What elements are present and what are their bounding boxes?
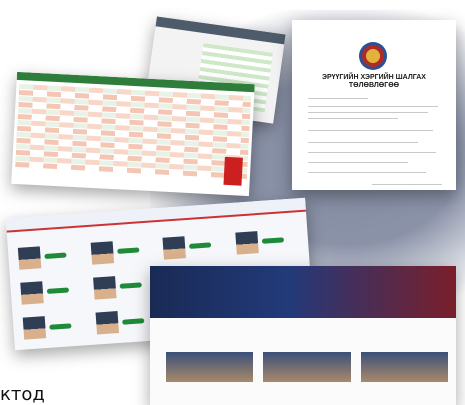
profile-button (44, 252, 67, 260)
document-line (308, 112, 428, 113)
profile-button (121, 318, 144, 325)
document-line (308, 118, 398, 119)
staff-card (92, 270, 156, 304)
document-line (308, 162, 408, 163)
site-hero-banner (150, 266, 456, 318)
officer-photo (92, 276, 117, 300)
spreadsheet-rows (12, 80, 254, 183)
document-line (308, 130, 433, 131)
profile-button (49, 323, 72, 330)
spreadsheet-screenshot (11, 71, 255, 197)
document-line (308, 142, 418, 143)
profile-button (261, 237, 284, 244)
officer-photo (22, 316, 47, 340)
officer-photo (17, 245, 42, 270)
staff-card (17, 240, 82, 274)
news-site-screenshot (150, 266, 456, 405)
document-line (372, 184, 442, 185)
caption-text: ктод (0, 384, 45, 405)
investigation-plan-document: ЭРҮҮГИЙН ХЭРГИЙН ШАЛГАХ ТӨЛӨВЛӨГӨӨ (292, 20, 456, 190)
document-line (308, 152, 436, 153)
officer-photo (162, 235, 186, 260)
document-line (308, 106, 438, 107)
profile-button (46, 287, 70, 295)
officer-photo (20, 281, 44, 305)
staff-card (22, 310, 86, 344)
staff-card (20, 275, 84, 309)
staff-card (234, 224, 299, 258)
highlighted-cells (223, 156, 243, 186)
document-line (308, 172, 426, 173)
document-title-line: ЭРҮҮГИЙН ХЭРГИЙН ШАЛГАХ (322, 74, 426, 81)
news-thumbnail (263, 352, 351, 382)
news-thumbnail (360, 352, 448, 382)
staff-card (162, 229, 226, 263)
collage: ЭРҮҮГИЙН ХЭРГИЙН ШАЛГАХ ТӨЛӨВЛӨГӨӨ ктод (0, 0, 465, 405)
police-emblem-icon (359, 42, 387, 70)
news-thumbnails (166, 352, 448, 382)
news-thumbnail (166, 352, 254, 382)
document-title-line: ТӨЛӨВЛӨГӨӨ (348, 82, 400, 89)
document-title: ЭРҮҮГИЙН ХЭРГИЙН ШАЛГАХ ТӨЛӨВЛӨГӨӨ (302, 74, 446, 90)
profile-button (188, 242, 212, 250)
officer-photo (234, 230, 259, 255)
officer-photo (95, 311, 119, 335)
staff-card (90, 234, 154, 268)
document-line (308, 98, 368, 99)
profile-button (119, 282, 142, 290)
profile-button (116, 247, 139, 255)
officer-photo (90, 240, 114, 265)
